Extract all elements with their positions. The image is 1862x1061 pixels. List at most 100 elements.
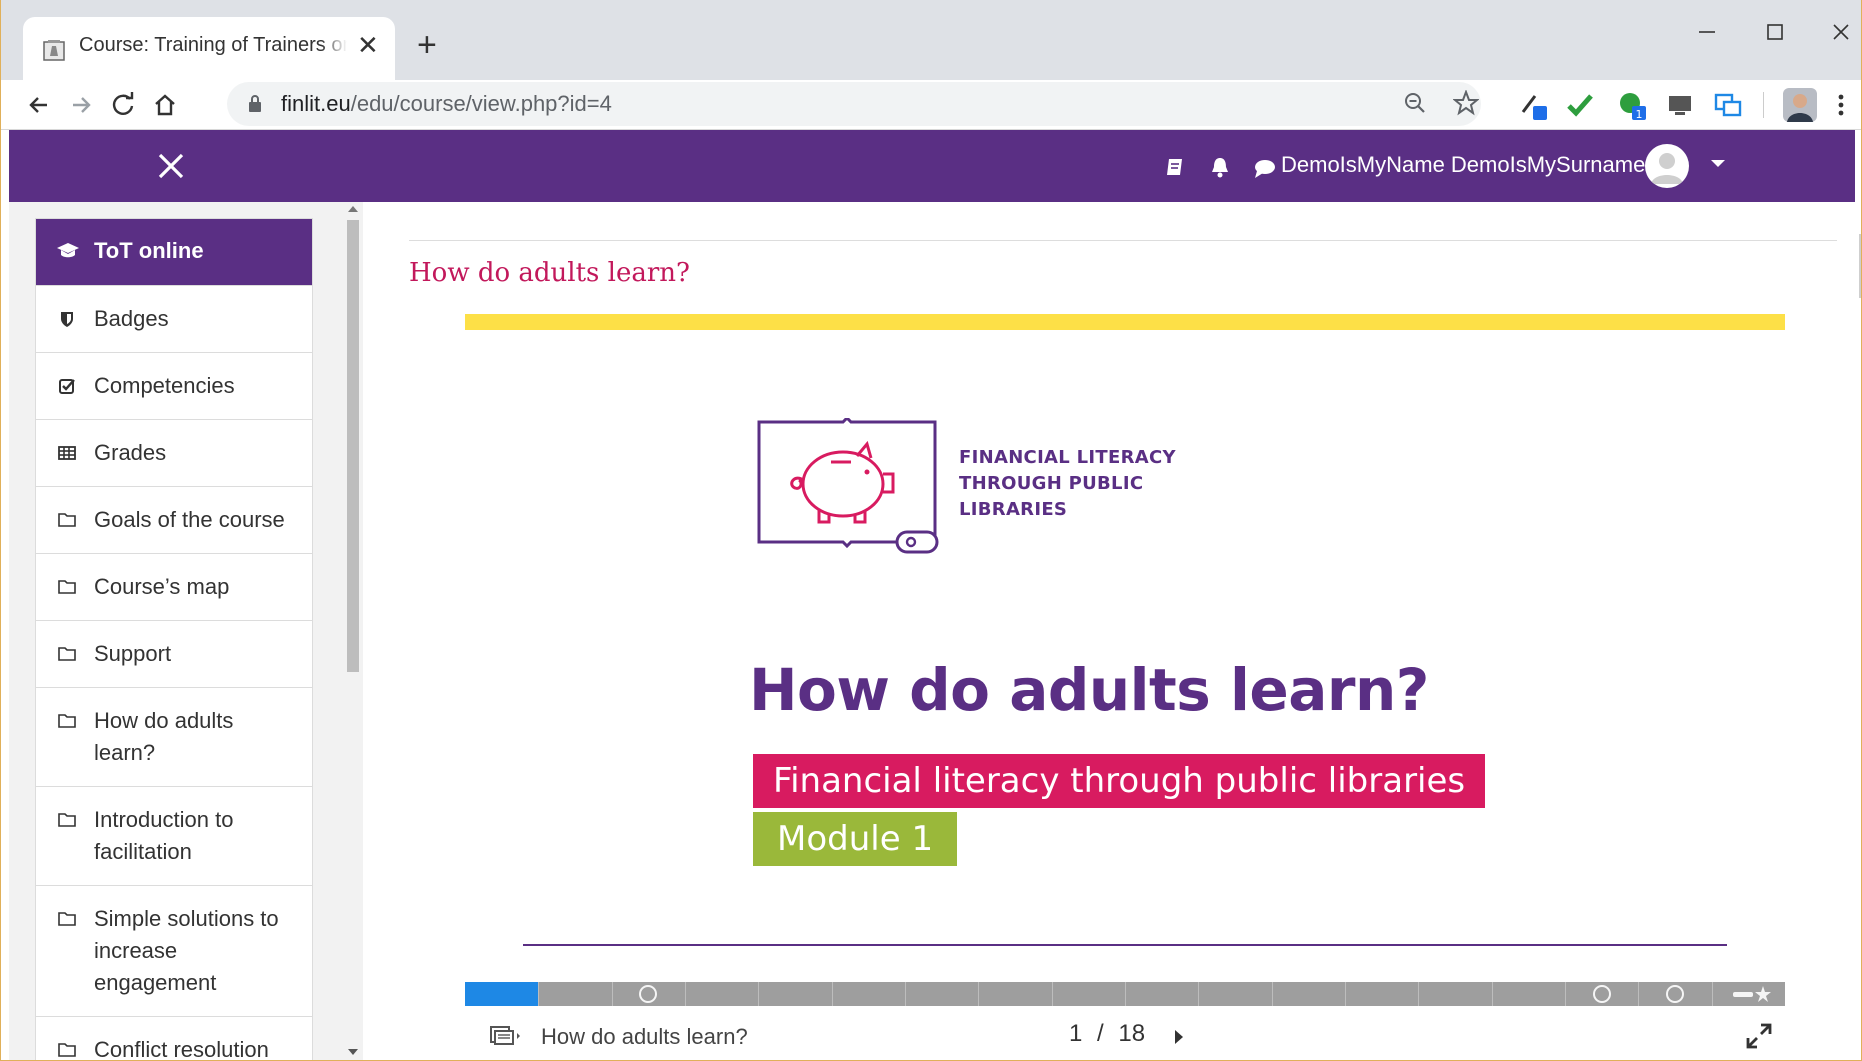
slide-counter: 1 / 18 (1069, 1020, 1145, 1048)
logo-text-line: LIBRARIES (959, 499, 1068, 520)
book-icon[interactable] (1165, 156, 1187, 178)
folder-icon (58, 912, 76, 926)
green-dot-extension-icon[interactable]: 1 (1617, 90, 1647, 120)
slide-module-label: Module 1 (753, 812, 958, 866)
new-tab-icon[interactable]: + (417, 25, 437, 65)
folder-icon (58, 714, 76, 728)
progress-segment-divider (1712, 982, 1713, 1006)
bookmark-star-icon[interactable] (1453, 90, 1479, 116)
tab-close-icon[interactable]: ✕ (357, 30, 379, 61)
check-square-icon (59, 379, 75, 394)
drawer-scrollbar-thumb[interactable] (347, 220, 359, 672)
slide-interaction-marker[interactable] (1666, 985, 1684, 1003)
scroll-down-icon[interactable] (348, 1049, 358, 1055)
progress-fill (465, 982, 539, 1006)
home-icon[interactable] (147, 87, 183, 123)
progress-segment-divider (1345, 982, 1346, 1006)
total-slides-number: 18 (1118, 1020, 1146, 1047)
slide-interaction-marker[interactable] (639, 985, 657, 1003)
close-drawer-icon[interactable] (151, 146, 191, 186)
progress-segment-divider (1638, 982, 1639, 1006)
scroll-up-icon[interactable] (348, 206, 358, 212)
sidebar-item-simple-solutions[interactable]: Simple solutions to increase engagement (36, 886, 312, 1017)
sidebar-item-label: Competencies (94, 373, 235, 398)
folder-icon (58, 813, 76, 827)
progress-segment-divider (1198, 982, 1199, 1006)
slide-top-bar (465, 314, 1785, 330)
progress-segment-divider (1565, 982, 1566, 1006)
address-bar[interactable]: finlit.eu/edu/course/view.php?id=4 (227, 82, 1481, 126)
color-picker-extension-icon[interactable] (1519, 90, 1549, 120)
zoom-icon[interactable] (1403, 91, 1427, 117)
sidebar-item-competencies[interactable]: Competencies (36, 353, 312, 420)
slide-interaction-marker[interactable] (1593, 985, 1611, 1003)
browser-tab[interactable]: Course: Training of Trainers online ✕ (23, 17, 395, 80)
sidebar-item-grades[interactable]: Grades (36, 420, 312, 487)
slide-divider (523, 944, 1727, 946)
toolbar-divider (1763, 92, 1764, 118)
fullscreen-icon[interactable] (1745, 1022, 1773, 1050)
sidebar-item-badges[interactable]: Badges (36, 286, 312, 353)
user-menu-caret-icon[interactable] (1711, 160, 1725, 167)
slide-counter-separator: / (1097, 1020, 1104, 1047)
user-name[interactable]: DemoIsMyName DemoIsMySurname (1281, 152, 1645, 178)
progress-segment-divider (1492, 982, 1493, 1006)
section-title[interactable]: How do adults learn? (409, 258, 690, 288)
folder-icon (58, 1043, 76, 1057)
progress-segment-divider (538, 982, 539, 1006)
screen-extension-icon[interactable] (1665, 90, 1695, 120)
sidebar-item-tot-online[interactable]: ToT online (36, 219, 312, 286)
slides-list-icon[interactable] (489, 1024, 521, 1046)
progress-segment-divider (1052, 982, 1053, 1006)
graduation-cap-icon (57, 243, 79, 258)
progress-segment-divider (1125, 982, 1126, 1006)
progress-segment-divider (1272, 982, 1273, 1006)
sidebar-item-goals-of-the-course[interactable]: Goals of the course (36, 487, 312, 554)
forward-icon[interactable] (63, 87, 99, 123)
sidebar-item-label: Badges (94, 306, 169, 331)
slide-subtitle: Financial literacy through public librar… (753, 754, 1486, 808)
sidebar-item-label: Course’s map (94, 574, 230, 599)
table-icon (58, 446, 76, 460)
minimize-icon[interactable] (1687, 14, 1727, 50)
notification-bell-icon[interactable] (1209, 155, 1231, 179)
logo-text: FINANCIAL LITERACY THROUGH PUBLIC LIBRAR… (959, 445, 1176, 523)
back-icon[interactable] (21, 87, 57, 123)
sidebar-item-conflict-resolution[interactable]: Conflict resolution (36, 1017, 312, 1060)
drawer-scrollbar[interactable] (341, 202, 363, 1060)
progress-segment-divider (978, 982, 979, 1006)
window-share-extension-icon[interactable] (1713, 90, 1743, 120)
presentation-footer: How do adults learn? 1 / 18 (465, 1008, 1785, 1056)
svg-text:1: 1 (1636, 108, 1643, 120)
next-slide-icon[interactable] (1175, 1030, 1183, 1044)
sidebar-item-support[interactable]: Support (36, 621, 312, 688)
progress-segment-divider (832, 982, 833, 1006)
sidebar-item-label: Simple solutions to increase engagement (94, 906, 279, 995)
messages-icon[interactable] (1253, 158, 1277, 180)
maximize-icon[interactable] (1755, 14, 1795, 50)
user-silhouette-icon (1651, 153, 1683, 184)
sidebar-item-courses-map[interactable]: Course’s map (36, 554, 312, 621)
url-text: finlit.eu/edu/course/view.php?id=4 (281, 91, 612, 116)
profile-avatar-icon[interactable] (1783, 88, 1817, 122)
slide-progress-bar[interactable] (465, 982, 1785, 1006)
sidebar-item-introduction-to-facilitation[interactable]: Introduction to facilitation (36, 787, 312, 886)
browser-toolbar: finlit.eu/edu/course/view.php?id=4 1 (1, 80, 1861, 130)
presentation-slide: FINANCIAL LITERACY THROUGH PUBLIC LIBRAR… (465, 314, 1785, 974)
checkmark-extension-icon[interactable] (1565, 90, 1595, 120)
divider (409, 240, 1837, 241)
folder-icon (58, 647, 76, 661)
progress-segment-divider (758, 982, 759, 1006)
progress-segment-divider (905, 982, 906, 1006)
folder-icon (58, 580, 76, 594)
user-avatar[interactable] (1645, 144, 1689, 188)
main-content: How do adults learn? FINANCIAL LITERACY … (381, 202, 1861, 1060)
piggy-bank-logo-icon (757, 418, 939, 554)
window-close-icon[interactable] (1821, 14, 1861, 50)
sidebar-item-how-do-adults-learn[interactable]: How do adults learn? (36, 688, 312, 787)
reload-icon[interactable] (105, 87, 141, 123)
logo-text-line: FINANCIAL LITERACY (959, 447, 1176, 468)
footer-slide-title: How do adults learn? (541, 1024, 748, 1049)
browser-menu-icon[interactable] (1833, 90, 1849, 120)
star-icon (1733, 986, 1771, 1002)
